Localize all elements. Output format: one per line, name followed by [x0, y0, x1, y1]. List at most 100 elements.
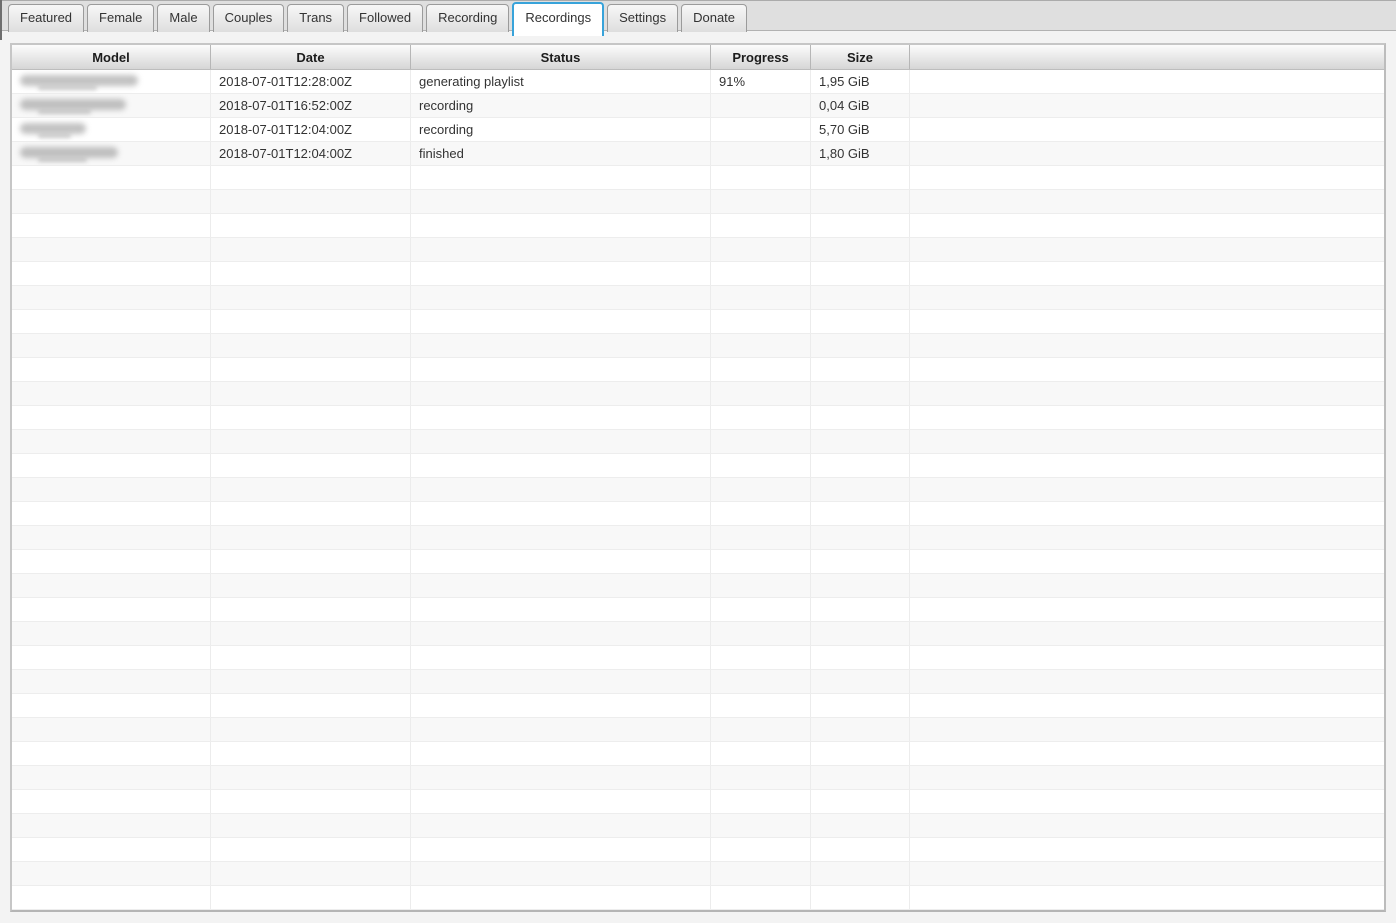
cell-model — [12, 550, 211, 573]
cell-filler — [910, 574, 1384, 597]
table-row-empty[interactable] — [12, 334, 1384, 358]
tab-donate[interactable]: Donate — [681, 4, 747, 32]
tab-recordings[interactable]: Recordings — [512, 2, 604, 36]
cell-progress — [711, 646, 811, 669]
cell-filler — [910, 790, 1384, 813]
table-row-empty[interactable] — [12, 238, 1384, 262]
tab-recording[interactable]: Recording — [426, 4, 509, 32]
table-row-empty[interactable] — [12, 526, 1384, 550]
tab-featured[interactable]: Featured — [8, 4, 84, 32]
cell-model — [12, 718, 211, 741]
table-row[interactable]: 2018-07-01T12:04:00Zfinished1,80 GiB — [12, 142, 1384, 166]
cell-date — [211, 574, 411, 597]
table-row[interactable]: 2018-07-01T12:28:00Zgenerating playlist9… — [12, 70, 1384, 94]
table-row-empty[interactable] — [12, 694, 1384, 718]
cell-status — [411, 334, 711, 357]
table-row-empty[interactable] — [12, 430, 1384, 454]
tab-female[interactable]: Female — [87, 4, 154, 32]
column-header-model[interactable]: Model — [12, 45, 211, 69]
table-row-empty[interactable] — [12, 406, 1384, 430]
table-row-empty[interactable] — [12, 838, 1384, 862]
cell-date — [211, 502, 411, 525]
cell-status — [411, 598, 711, 621]
cell-size — [811, 262, 910, 285]
cell-status: recording — [411, 94, 711, 117]
cell-progress — [711, 670, 811, 693]
cell-size — [811, 406, 910, 429]
table-row-empty[interactable] — [12, 886, 1384, 910]
cell-size — [811, 238, 910, 261]
table-row-empty[interactable] — [12, 382, 1384, 406]
cell-status — [411, 694, 711, 717]
tab-male[interactable]: Male — [157, 4, 209, 32]
cell-model — [12, 430, 211, 453]
cell-size — [811, 526, 910, 549]
cell-date — [211, 334, 411, 357]
tab-trans[interactable]: Trans — [287, 4, 344, 32]
table-row-empty[interactable] — [12, 598, 1384, 622]
table-row-empty[interactable] — [12, 190, 1384, 214]
table-row-empty[interactable] — [12, 790, 1384, 814]
column-header-size[interactable]: Size — [811, 45, 910, 69]
table-row-empty[interactable] — [12, 622, 1384, 646]
cell-status — [411, 214, 711, 237]
cell-size — [811, 454, 910, 477]
tab-couples[interactable]: Couples — [213, 4, 285, 32]
table-row-empty[interactable] — [12, 646, 1384, 670]
cell-progress — [711, 190, 811, 213]
tab-followed[interactable]: Followed — [347, 4, 423, 32]
cell-model — [12, 214, 211, 237]
cell-date — [211, 310, 411, 333]
table-row-empty[interactable] — [12, 502, 1384, 526]
cell-size: 0,04 GiB — [811, 94, 910, 117]
cell-filler — [910, 70, 1384, 93]
cell-size — [811, 166, 910, 189]
table-row-empty[interactable] — [12, 358, 1384, 382]
cell-size — [811, 766, 910, 789]
cell-size — [811, 838, 910, 861]
cell-model — [12, 382, 211, 405]
cell-status — [411, 358, 711, 381]
column-header-filler — [910, 45, 1384, 69]
table-row-empty[interactable] — [12, 310, 1384, 334]
table-row[interactable]: 2018-07-01T16:52:00Zrecording0,04 GiB — [12, 94, 1384, 118]
table-row-empty[interactable] — [12, 574, 1384, 598]
cell-progress — [711, 598, 811, 621]
table-row-empty[interactable] — [12, 286, 1384, 310]
table-row-empty[interactable] — [12, 550, 1384, 574]
cell-date — [211, 886, 411, 909]
table-row-empty[interactable] — [12, 478, 1384, 502]
table-row-empty[interactable] — [12, 166, 1384, 190]
cell-filler — [910, 814, 1384, 837]
cell-date — [211, 646, 411, 669]
table-row-empty[interactable] — [12, 718, 1384, 742]
table-row-empty[interactable] — [12, 262, 1384, 286]
cell-date: 2018-07-01T12:28:00Z — [211, 70, 411, 93]
cell-size — [811, 214, 910, 237]
column-header-status[interactable]: Status — [411, 45, 711, 69]
table-row[interactable]: 2018-07-01T12:04:00Zrecording5,70 GiB — [12, 118, 1384, 142]
cell-progress — [711, 790, 811, 813]
cell-progress — [711, 622, 811, 645]
cell-filler — [910, 382, 1384, 405]
table-row-empty[interactable] — [12, 742, 1384, 766]
table-row-empty[interactable] — [12, 814, 1384, 838]
table-row-empty[interactable] — [12, 454, 1384, 478]
column-header-date[interactable]: Date — [211, 45, 411, 69]
column-header-progress[interactable]: Progress — [711, 45, 811, 69]
tab-settings[interactable]: Settings — [607, 4, 678, 32]
cell-model — [12, 238, 211, 261]
cell-date — [211, 430, 411, 453]
cell-progress — [711, 886, 811, 909]
cell-progress — [711, 382, 811, 405]
cell-filler — [910, 286, 1384, 309]
table-row-empty[interactable] — [12, 214, 1384, 238]
cell-status: recording — [411, 118, 711, 141]
cell-status — [411, 382, 711, 405]
table-row-empty[interactable] — [12, 766, 1384, 790]
cell-date — [211, 358, 411, 381]
table-row-empty[interactable] — [12, 862, 1384, 886]
cell-status — [411, 166, 711, 189]
cell-date — [211, 742, 411, 765]
table-row-empty[interactable] — [12, 670, 1384, 694]
